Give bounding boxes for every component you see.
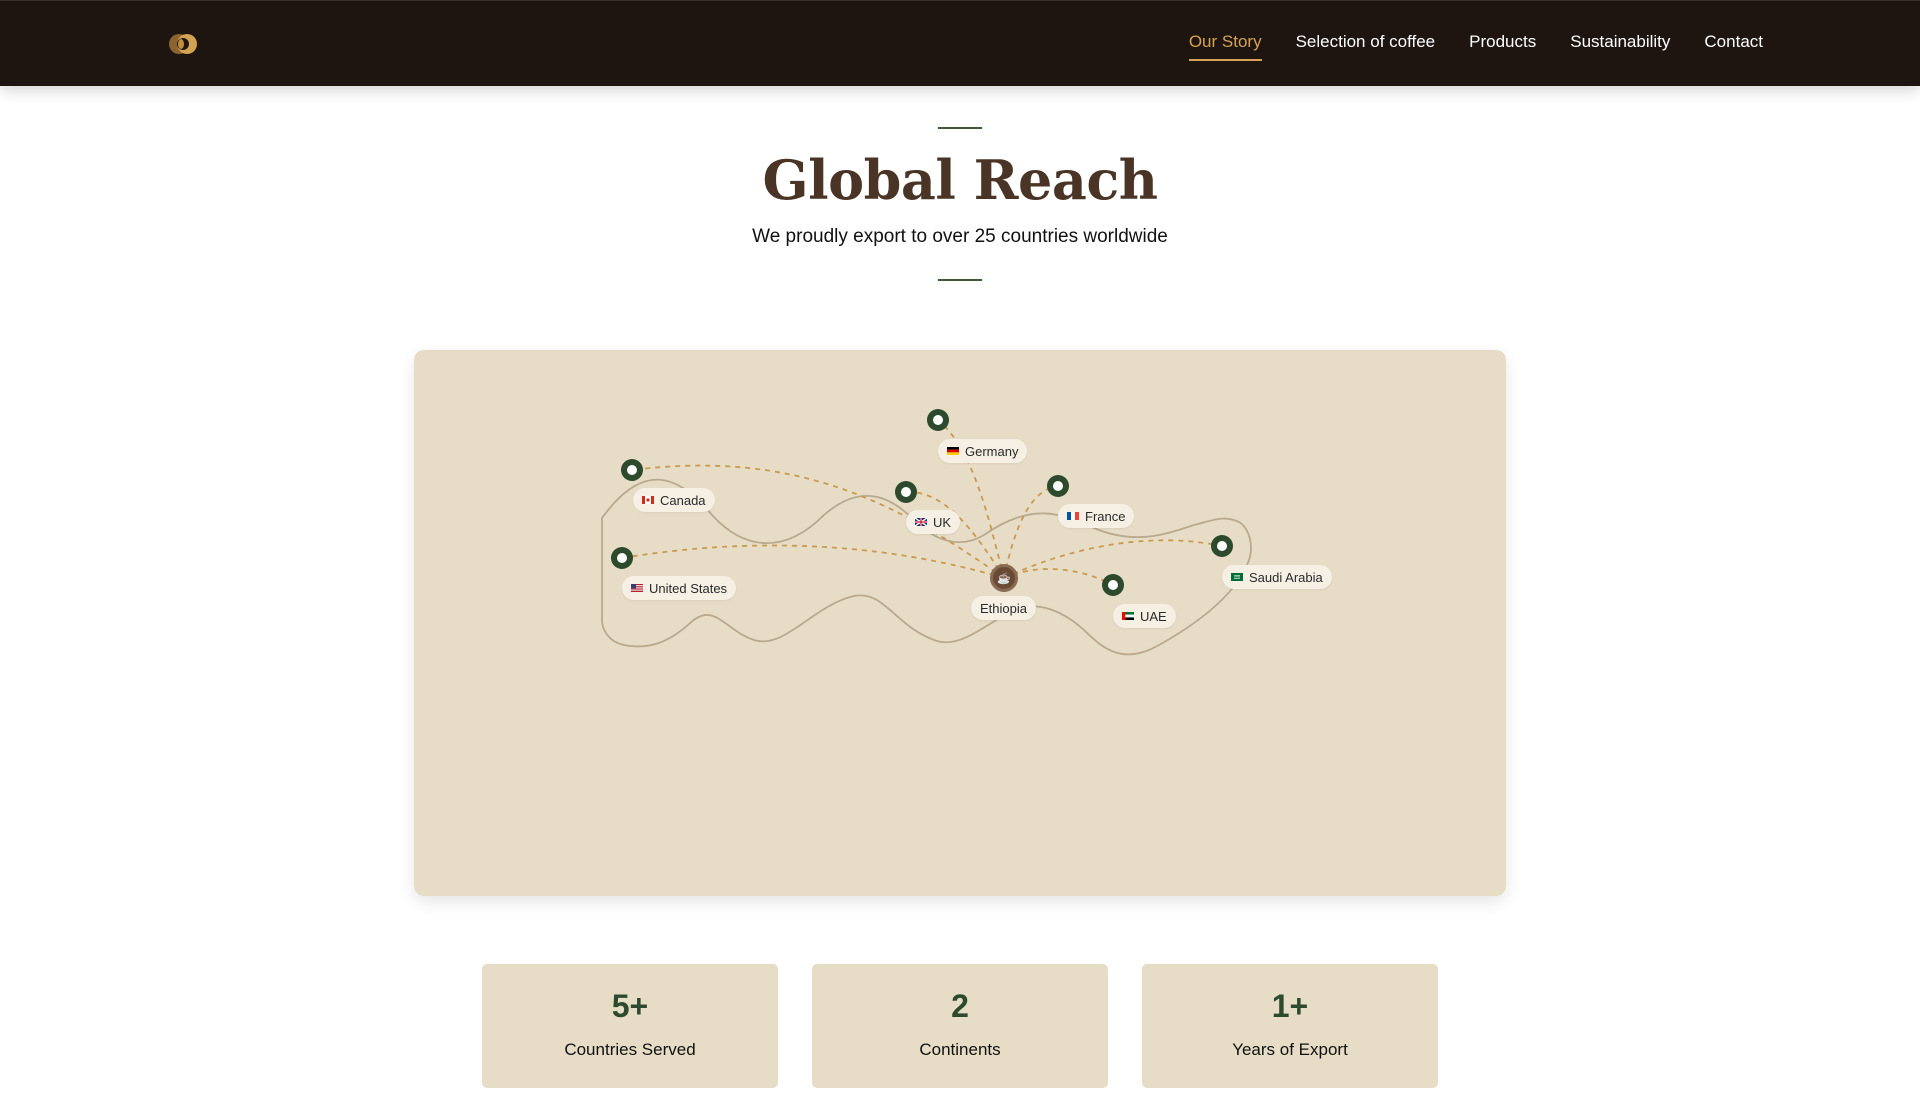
pin-uae[interactable] [1102,574,1124,596]
title-divider-bottom [938,279,982,281]
label-canada: Canada [633,488,715,512]
germany-flag-icon [947,447,959,455]
pin-united-states[interactable] [611,547,633,569]
stat-value: 5+ [611,988,649,1024]
label-text: UK [933,514,952,530]
stat-label: Years of Export [1232,1040,1348,1059]
label-text: Canada [660,492,706,508]
navbar: Our Story Selection of coffee Products S… [0,0,1920,86]
stat-card-continents: 2 Continents [812,964,1108,1088]
map-graphic [601,419,1252,656]
route-saudi-arabia [1003,539,1223,579]
label-uk: UK [906,510,961,534]
coffee-cup-icon[interactable]: ☕ [990,564,1018,592]
logo-icon[interactable] [166,32,202,56]
france-flag-icon [1067,512,1079,520]
pin-germany[interactable] [927,409,949,431]
stat-card-countries: 5+ Countries Served [482,964,778,1088]
nav-link-sustainability[interactable]: Sustainability [1570,32,1670,56]
nav-link-selection-of-coffee[interactable]: Selection of coffee [1296,32,1436,56]
stat-value: 1+ [1271,988,1309,1024]
label-text: United States [649,580,728,596]
page-title: Global Reach [762,148,1158,212]
canada-flag-icon [642,496,654,504]
label-text: Saudi Arabia [1249,569,1323,585]
uk-flag-icon [915,518,927,526]
stat-value: 2 [951,988,969,1024]
pin-canada[interactable] [621,459,643,481]
stat-label: Countries Served [564,1040,696,1059]
pin-uk[interactable] [895,481,917,503]
pin-saudi-arabia[interactable] [1211,535,1233,557]
route-united-states [621,544,1005,579]
title-divider-top [938,127,982,129]
export-map: ☕ Ethiopia Canada United States Germany … [414,350,1506,896]
stat-label: Continents [919,1040,1001,1059]
pin-france[interactable] [1047,475,1069,497]
hub-label: Ethiopia [980,600,1027,616]
label-saudi-arabia: Saudi Arabia [1222,565,1332,589]
uae-flag-icon [1122,612,1134,620]
nav-link-contact[interactable]: Contact [1704,32,1763,56]
label-ethiopia: Ethiopia [971,596,1036,620]
us-flag-icon [631,584,643,592]
nav-link-our-story[interactable]: Our Story [1188,32,1262,61]
saudi-flag-icon [1231,573,1243,581]
route-uae [1003,568,1114,586]
stat-card-years: 1+ Years of Export [1142,964,1438,1088]
label-text: France [1085,508,1126,524]
label-france: France [1058,504,1135,528]
label-text: UAE [1140,608,1167,624]
page-subtitle: We proudly export to over 25 countries w… [752,226,1168,247]
label-united-states: United States [622,576,737,600]
nav-menu: Our Story Selection of coffee Products S… [1188,1,1763,87]
label-germany: Germany [938,439,1028,463]
route-france [1003,485,1059,579]
label-text: Germany [965,443,1019,459]
nav-link-products[interactable]: Products [1469,32,1536,56]
label-uae: UAE [1113,604,1176,628]
